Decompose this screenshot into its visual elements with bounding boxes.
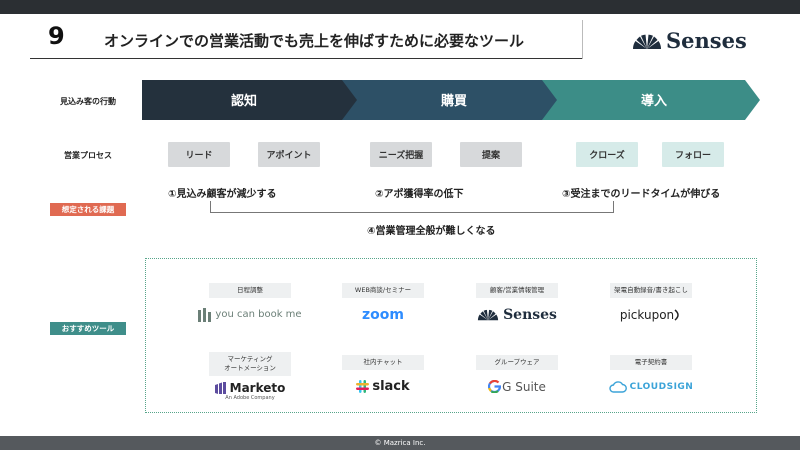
senses-tool-logo: Senses — [477, 306, 557, 324]
row-label-customer-action: 見込み客の行動 — [60, 97, 116, 106]
issues-bracket — [210, 201, 614, 213]
tool-category: 架電自動録音/書き起こし — [610, 283, 692, 298]
process-step-lead: リード — [168, 142, 230, 167]
tool-category: グループウェア — [476, 355, 558, 370]
tools-tag: おすすめツール — [50, 322, 126, 335]
tool-name: slack — [372, 379, 410, 395]
tool-name: you can book me — [215, 309, 302, 321]
stage-arrows: 認知 購買 導入 — [142, 80, 760, 120]
google-g-icon — [488, 380, 502, 394]
footer: © Mazrica Inc. — [0, 436, 800, 450]
tool-category: WEB商談/セミナー — [342, 283, 424, 298]
tool-youcanbookme: 日程調整 you can book me — [198, 283, 302, 324]
tool-subname: An Adobe Company — [225, 394, 275, 401]
slack-hash-icon — [356, 380, 370, 394]
issue-3: ③受注までのリードタイムが伸びる — [562, 189, 721, 200]
stage-label: 導入 — [641, 93, 667, 109]
tool-zoom: WEB商談/セミナー zoom — [338, 283, 428, 324]
top-bar — [0, 0, 800, 14]
cloud-icon — [608, 381, 627, 393]
issues-tag: 想定される課題 — [50, 203, 126, 216]
zoom-logo: zoom — [362, 306, 404, 324]
slide-header: 9 オンラインでの営業活動でも売上を伸ばすために必要なツール Senses — [30, 20, 770, 60]
row-label-sales-process: 営業プロセス — [64, 151, 112, 160]
tool-category: 社内チャット — [342, 355, 424, 370]
process-step-needs: ニーズ把握 — [370, 142, 432, 167]
ycbm-logo: you can book me — [198, 306, 302, 324]
tool-name: G Suite — [502, 379, 546, 394]
process-step-appointment: アポイント — [258, 142, 320, 167]
tool-senses: 顧客/営業情報管理 Senses — [472, 283, 562, 324]
senses-fan-icon — [477, 310, 499, 321]
tool-pickupon: 架電自動録音/書き起こし pickupon — [606, 283, 696, 324]
header-rule — [30, 58, 582, 59]
senses-logo: Senses — [632, 28, 747, 53]
issue-2: ②アポ獲得率の低下 — [375, 189, 464, 200]
stage-label: 認知 — [231, 93, 257, 109]
issue-4: ④営業管理全般が難しくなる — [367, 226, 496, 237]
pickupon-logo: pickupon — [620, 306, 682, 324]
header-divider — [582, 20, 583, 59]
tool-name: CLOUDSIGN — [629, 381, 694, 392]
tool-category: 電子契約書 — [610, 355, 692, 370]
logo-text: Senses — [666, 28, 747, 53]
tool-slack: 社内チャット slack — [338, 355, 428, 396]
process-step-follow: フォロー — [662, 142, 724, 167]
cloudsign-logo: CLOUDSIGN — [608, 378, 694, 396]
process-step-close: クローズ — [576, 142, 638, 167]
tool-name: Senses — [503, 306, 557, 323]
ycbm-bars-icon — [198, 307, 212, 322]
tool-name: pickupon — [619, 307, 675, 322]
tool-gsuite: グループウェア G Suite — [472, 355, 562, 396]
tool-marketo: マーケティング オートメーション Marketo An Adobe Compan… — [205, 352, 295, 401]
process-step-proposal: 提案 — [460, 142, 522, 167]
senses-fan-icon — [633, 34, 661, 49]
tool-category: 日程調整 — [209, 283, 291, 298]
tool-name: Marketo — [229, 380, 286, 395]
tool-category: 顧客/営業情報管理 — [476, 283, 558, 298]
stage-label: 購買 — [440, 93, 467, 109]
tool-name: zoom — [362, 306, 404, 323]
slide-number: 9 — [48, 22, 65, 50]
marketo-logo: Marketo An Adobe Company — [214, 380, 286, 401]
tool-category: マーケティング オートメーション — [209, 352, 291, 376]
tool-cloudsign: 電子契約書 CLOUDSIGN — [606, 355, 696, 396]
slide-title: オンラインでの営業活動でも売上を伸ばすために必要なツール — [104, 32, 525, 50]
issue-1: ①見込み顧客が減少する — [168, 189, 277, 200]
gsuite-logo: G Suite — [488, 378, 546, 396]
marketo-bars-icon — [214, 381, 226, 394]
pickupon-wave-icon — [674, 309, 679, 321]
slack-logo: slack — [356, 378, 410, 396]
